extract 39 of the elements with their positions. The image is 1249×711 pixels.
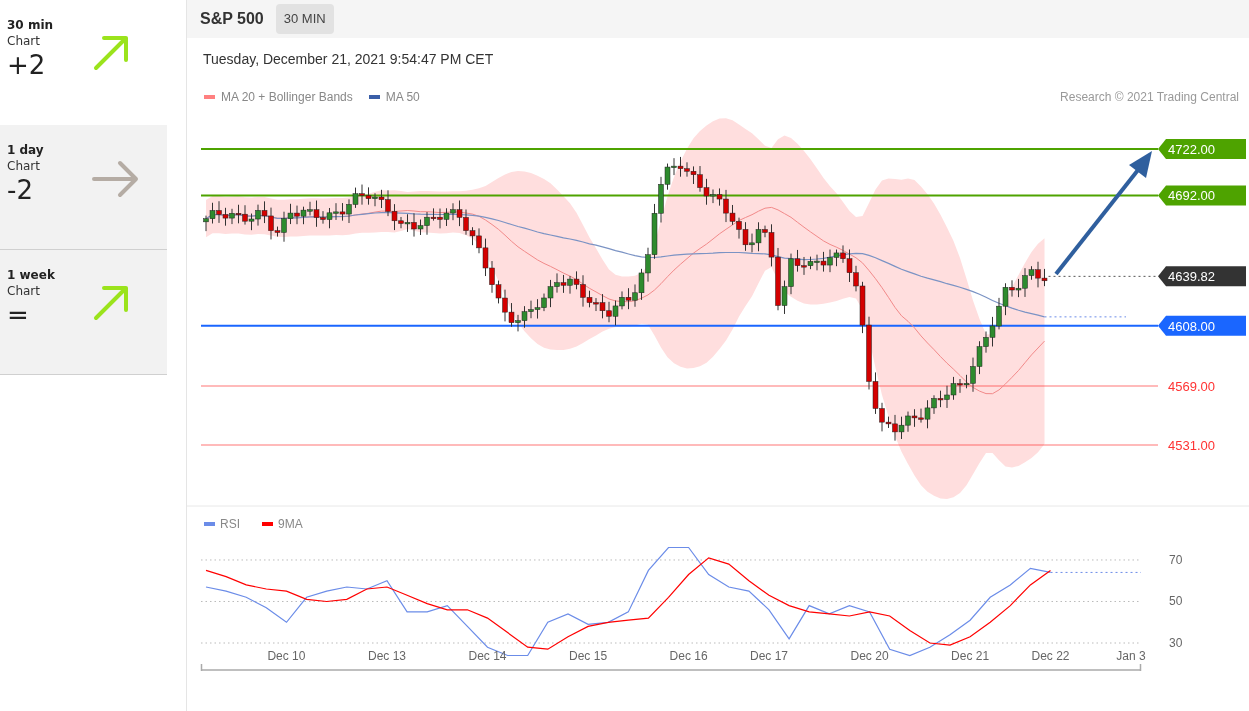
timeframe-period: 1 week <box>7 268 55 282</box>
copyright-text: Research © 2021 Trading Central <box>1060 88 1239 106</box>
timeframe-label: Chart <box>7 33 41 50</box>
timeframe-label: Chart <box>7 283 41 300</box>
instrument-title: S&P 500 <box>200 9 264 29</box>
level-label: 4531.00 <box>1168 438 1215 453</box>
timeframe-score: = <box>7 300 30 330</box>
arrow-right-icon <box>92 159 140 199</box>
x-tick-label: Jan 3 <box>1116 649 1146 663</box>
legend-label: 9MA <box>278 517 303 531</box>
price-tag: 4722.00 <box>1158 139 1246 159</box>
y-tick-label: 50 <box>1169 594 1183 609</box>
price-tag: 4692.00 <box>1158 185 1246 206</box>
timeframe-card[interactable]: 1 week Chart = <box>0 250 167 375</box>
current-price-tag: 4639.82 <box>1048 266 1246 287</box>
y-tick-label: 30 <box>1169 636 1183 650</box>
x-tick-label: Dec 22 <box>1031 649 1070 663</box>
x-tick-label: Dec 10 <box>267 649 306 663</box>
timeframe-card[interactable]: 1 day Chart -2 <box>0 125 167 250</box>
x-tick-label: Dec 21 <box>951 649 990 663</box>
timeframe-label: Chart <box>7 158 41 175</box>
legend-label: MA 50 <box>385 88 420 106</box>
y-tick-label: 70 <box>1169 552 1183 567</box>
x-tick-label: Dec 15 <box>569 649 608 663</box>
timeframe-period: 1 day <box>7 143 44 157</box>
timeframe-badge[interactable]: 30 MIN <box>275 4 334 34</box>
legend-label: RSI <box>220 517 240 531</box>
timeframe-score: +2 <box>7 50 47 80</box>
x-tick-label: Dec 16 <box>669 649 708 663</box>
timeframe-score: -2 <box>7 175 34 205</box>
x-tick-label: Dec 14 <box>468 649 507 663</box>
price-tag: 4608.00 <box>1158 315 1246 336</box>
timestamp: Tuesday, December 21, 2021 9:54:47 PM CET <box>203 51 494 67</box>
timeframe-period: 30 min <box>7 18 54 32</box>
x-tick-label: Dec 17 <box>750 649 789 663</box>
x-tick-label: Dec 20 <box>850 649 889 663</box>
level-label: 4569.00 <box>1168 379 1215 395</box>
x-tick-label: Dec 13 <box>367 649 406 663</box>
legend-label: MA 20 + Bollinger Bands <box>221 88 353 106</box>
